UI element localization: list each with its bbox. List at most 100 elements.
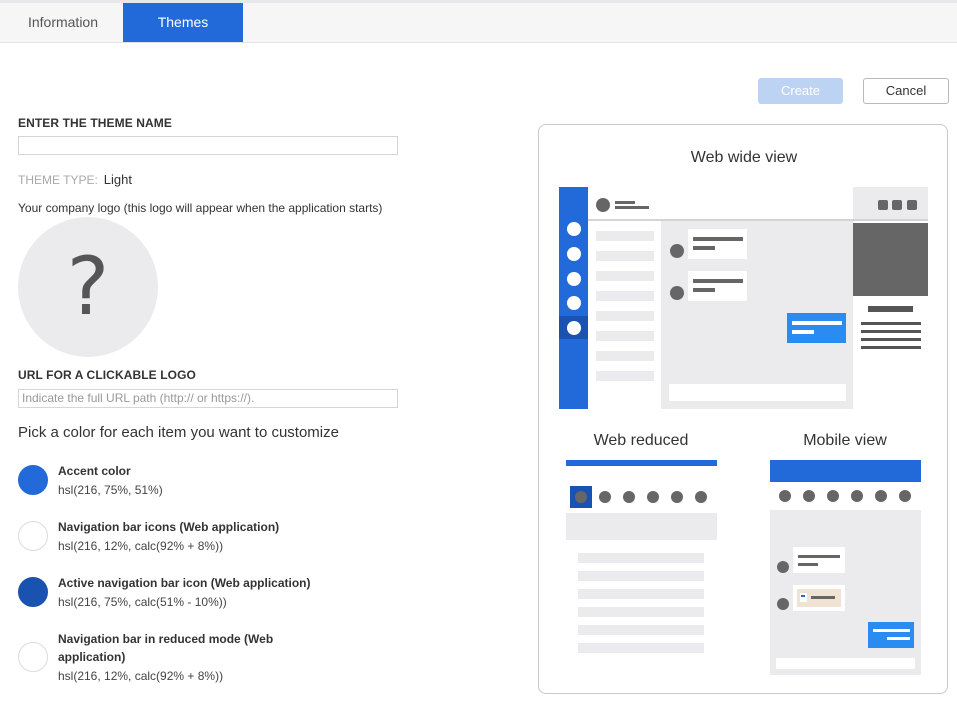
text-line bbox=[873, 629, 910, 632]
list-row bbox=[578, 643, 704, 653]
list-row bbox=[596, 311, 654, 321]
url-label: URL FOR A CLICKABLE LOGO bbox=[18, 368, 196, 382]
list-row bbox=[596, 351, 654, 361]
mobile-top-bar bbox=[770, 460, 921, 482]
mobile-chat-area bbox=[770, 510, 921, 675]
color-item-title: Navigation bar icons (Web application) bbox=[58, 520, 280, 534]
tab-themes[interactable]: Themes bbox=[123, 3, 243, 42]
url-input[interactable]: Indicate the full URL path (http:// or h… bbox=[18, 389, 398, 408]
nav-icon-dot bbox=[779, 490, 791, 502]
text-line bbox=[861, 330, 921, 333]
message-bubble bbox=[688, 229, 747, 259]
web-reduced-mockup bbox=[566, 460, 717, 653]
header-icon bbox=[892, 200, 902, 210]
list-row bbox=[578, 589, 704, 599]
text-line bbox=[861, 322, 921, 325]
list-row bbox=[596, 251, 654, 261]
text-line bbox=[693, 288, 715, 292]
color-item-title: Active navigation bar icon (Web applicat… bbox=[58, 576, 311, 590]
nav-icon-dot bbox=[875, 490, 887, 502]
nav-icon-dot bbox=[827, 490, 839, 502]
logo-upload[interactable]: ? bbox=[18, 217, 158, 357]
cancel-button[interactable]: Cancel bbox=[863, 78, 949, 104]
question-mark-icon: ? bbox=[66, 240, 110, 333]
mobile-nav-row bbox=[770, 482, 921, 508]
message-bubble bbox=[688, 271, 747, 301]
tab-bar: Information Themes bbox=[0, 0, 957, 43]
list-row bbox=[596, 331, 654, 341]
nav-icon-dot bbox=[899, 490, 911, 502]
text-line bbox=[798, 555, 840, 558]
nav-icon-dot bbox=[671, 491, 683, 503]
list-row bbox=[578, 607, 704, 617]
text-line bbox=[798, 563, 818, 566]
list-row bbox=[578, 625, 704, 635]
text-line bbox=[615, 201, 635, 204]
nav-icon-dot bbox=[623, 491, 635, 503]
theme-name-input[interactable] bbox=[18, 136, 398, 155]
nav-icon-dot bbox=[567, 272, 581, 286]
reduced-top-bar bbox=[566, 460, 717, 466]
theme-name-label: ENTER THE THEME NAME bbox=[18, 116, 173, 130]
avatar-dot bbox=[670, 286, 684, 300]
header-divider bbox=[588, 219, 928, 221]
color-item-value: hsl(216, 75%, 51%) bbox=[58, 483, 163, 497]
own-message-bubble bbox=[868, 622, 914, 648]
nav-icon-dot bbox=[567, 321, 581, 335]
nav-icon-dot bbox=[567, 247, 581, 261]
text-line bbox=[868, 306, 913, 312]
header-icon bbox=[907, 200, 917, 210]
color-item-value: hsl(216, 75%, calc(51% - 10%)) bbox=[58, 595, 227, 609]
avatar-dot bbox=[596, 198, 610, 212]
nav-icon-dot bbox=[599, 491, 611, 503]
reduced-header-block bbox=[566, 513, 717, 540]
avatar-dot bbox=[777, 561, 789, 573]
nav-icons-color-swatch[interactable] bbox=[18, 521, 48, 551]
nav-icon-dot bbox=[647, 491, 659, 503]
list-row bbox=[596, 271, 654, 281]
theme-type-label: THEME TYPE: bbox=[18, 173, 98, 187]
tab-information[interactable]: Information bbox=[3, 3, 123, 42]
nav-icon-dot bbox=[575, 491, 587, 503]
mobile-mockup bbox=[770, 460, 921, 675]
header-icon bbox=[878, 200, 888, 210]
color-item-value: hsl(216, 12%, calc(92% + 8%)) bbox=[58, 539, 224, 553]
text-line bbox=[811, 596, 835, 599]
mobile-view-title: Mobile view bbox=[803, 432, 887, 449]
text-line bbox=[861, 346, 921, 349]
avatar-dot bbox=[670, 244, 684, 258]
nav-icon-dot bbox=[803, 490, 815, 502]
own-message-bubble bbox=[787, 313, 846, 343]
avatar-dot bbox=[777, 598, 789, 610]
reduced-nav-color-swatch[interactable] bbox=[18, 642, 48, 672]
web-wide-view-title: Web wide view bbox=[690, 149, 798, 166]
text-line bbox=[693, 246, 715, 250]
color-item-title: Accent color bbox=[58, 464, 131, 478]
list-row bbox=[596, 371, 654, 381]
nav-icon-dot bbox=[567, 296, 581, 310]
list-row bbox=[578, 553, 704, 563]
nav-icon-dot bbox=[695, 491, 707, 503]
text-line bbox=[887, 637, 910, 640]
compose-input bbox=[776, 658, 915, 669]
nav-icon-dot bbox=[851, 490, 863, 502]
theme-type-value: Light bbox=[103, 172, 132, 187]
list-row bbox=[596, 231, 654, 241]
list-row bbox=[596, 291, 654, 301]
color-item-title: Navigation bar in reduced mode (Web appl… bbox=[58, 632, 274, 664]
text-line bbox=[792, 321, 842, 325]
theme-preview-panel: Web wide view Web reduced Mobile view bbox=[538, 124, 948, 694]
pick-color-heading: Pick a color for each item you want to c… bbox=[18, 424, 339, 441]
web-reduced-title: Web reduced bbox=[593, 432, 689, 449]
file-icon-mark bbox=[801, 595, 805, 597]
create-button[interactable]: Create bbox=[758, 78, 843, 104]
web-wide-mockup bbox=[559, 187, 928, 409]
list-row bbox=[578, 571, 704, 581]
accent-color-swatch[interactable] bbox=[18, 465, 48, 495]
profile-picture bbox=[853, 223, 928, 296]
color-item-value: hsl(216, 12%, calc(92% + 8%)) bbox=[58, 669, 224, 683]
text-line bbox=[615, 206, 649, 209]
file-icon bbox=[800, 593, 807, 602]
compose-input bbox=[669, 384, 846, 401]
active-nav-icon-color-swatch[interactable] bbox=[18, 577, 48, 607]
